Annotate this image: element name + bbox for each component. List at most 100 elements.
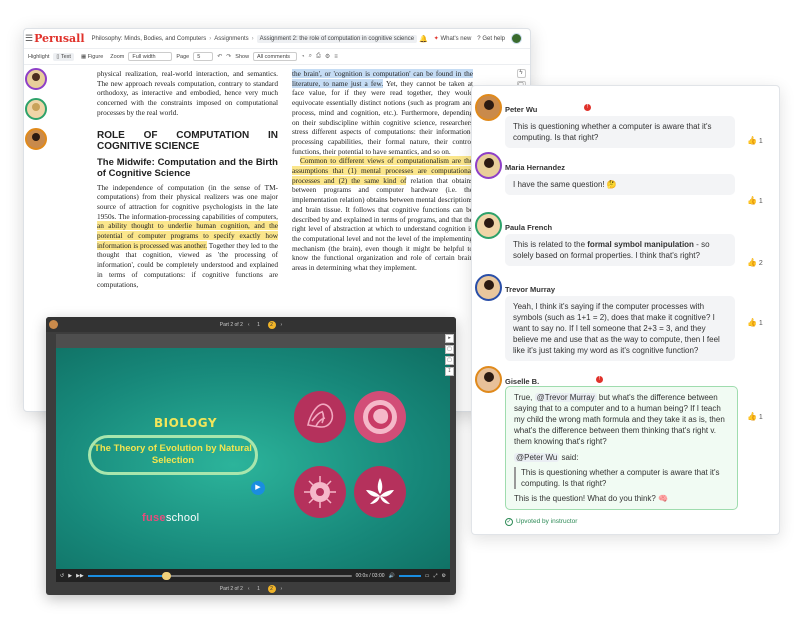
embryo-icon [354, 391, 406, 443]
list-icon[interactable]: ≡ [334, 54, 338, 60]
paragraph-text: The independence of computation (in the … [97, 182, 278, 221]
volume-slider[interactable] [398, 574, 421, 577]
comment-bubble[interactable]: This is questioning whether a computer i… [505, 116, 735, 148]
upvote-count: 1 [758, 198, 763, 205]
progress-bar[interactable] [87, 571, 352, 580]
paragraph-text: Yet, they cannot be taken at face value,… [292, 78, 473, 156]
video-title: The Theory of Evolution by Natural Selec… [88, 435, 258, 475]
comment-bubble[interactable]: This is related to the formal symbol man… [505, 234, 735, 266]
breadcrumb-assignment[interactable]: Assignment 2: the role of computation in… [256, 34, 418, 43]
search-icon[interactable]: ⌕ [309, 53, 312, 60]
subject-label: BIOLOGY [154, 416, 218, 430]
tool-icon[interactable]: ▢ [445, 345, 454, 354]
breadcrumb-course[interactable]: Philosophy: Minds, Bodies, and Computers [92, 36, 207, 42]
upvote-button[interactable]: 👍 1 [747, 412, 763, 421]
paragraph[interactable]: the brain', or 'cognition is computation… [292, 69, 473, 156]
video-footer: Part 2 of 2 ‹ 1 2 › [46, 583, 456, 595]
redo-icon[interactable]: ↷ [226, 53, 231, 60]
mention-tag[interactable]: @Peter Wu [514, 453, 560, 462]
brand-b: school [165, 512, 200, 524]
text-tool-button[interactable]: ▯ Text [53, 52, 74, 61]
get-help-link[interactable]: ? Get help [477, 36, 505, 42]
breadcrumb-separator: › [209, 35, 212, 42]
fuse-school-logo: fuseschool [142, 512, 199, 524]
comment-bubble[interactable]: Yeah, I think it's saying if the compute… [505, 296, 735, 361]
bell-icon[interactable]: 🔔 [419, 35, 428, 43]
upvote-count: 1 [758, 414, 763, 421]
play-icon[interactable]: ▶ [251, 481, 265, 495]
page-button-current[interactable]: 2 [267, 320, 276, 329]
comment-bubble-upvoted[interactable]: True, @Trevor Murray but what's the diff… [505, 386, 738, 510]
upvote-button[interactable]: 👍 2 [747, 258, 763, 267]
play-icon[interactable]: ▶ [68, 573, 72, 579]
next-icon[interactable]: › [281, 322, 283, 328]
lightning-icon[interactable]: ϟ [516, 69, 526, 78]
fullscreen-icon[interactable]: ⤢ [434, 573, 438, 579]
settings-icon[interactable]: ⚙ [442, 573, 446, 579]
page-button[interactable]: 1 [255, 321, 263, 329]
skip-icon[interactable]: ▶▶ [76, 573, 84, 579]
quoted-comment: This is questioning whether a computer i… [514, 467, 729, 489]
whats-new-label: What's new [440, 36, 472, 42]
avatar[interactable] [475, 152, 502, 179]
video-frame[interactable]: BIOLOGY The Theory of Evolution by Natur… [56, 348, 450, 582]
breadcrumb-assignments[interactable]: Assignments [214, 36, 248, 42]
alert-badge: ! [596, 376, 603, 383]
avatar[interactable] [25, 98, 47, 120]
tool-icon[interactable]: ↧ [445, 367, 454, 376]
tool-icon[interactable]: ▢ [445, 356, 454, 365]
comment-author[interactable]: Giselle B. [505, 377, 539, 386]
page-input[interactable]: 5 [193, 52, 214, 61]
paragraph[interactable]: physical realization, real-world interac… [97, 69, 278, 118]
avatar[interactable] [475, 274, 502, 301]
comment-text: This is the question! What do you think?… [514, 494, 669, 503]
section-heading: ROLE OF COMPUTATION IN COGNITIVE SCIENCE [97, 129, 278, 153]
next-icon[interactable]: › [281, 586, 283, 592]
zoom-select[interactable]: Full width [128, 52, 173, 61]
progress-knob[interactable] [162, 571, 171, 580]
avatar[interactable] [25, 128, 47, 150]
avatar[interactable] [475, 366, 502, 393]
page-button-current[interactable]: 2 [267, 585, 276, 593]
upvote-count: 2 [758, 260, 763, 267]
comment-author[interactable]: Maria Hernandez [505, 163, 565, 172]
figure-tool-button[interactable]: ▦ Figure [78, 53, 106, 61]
tag-icon[interactable]: ◔ [301, 54, 305, 60]
paragraph[interactable]: The independence of computation (in the … [97, 183, 278, 290]
settings-icon[interactable]: ⚙ [325, 53, 330, 60]
avatar[interactable] [49, 320, 58, 329]
show-select[interactable]: All comments [253, 52, 298, 61]
time-readout: 00:0s / 03:00 [355, 572, 385, 579]
comment-text-bold: formal symbol manipulation [587, 240, 694, 249]
whats-new-link[interactable]: ✦ What's new [434, 35, 472, 42]
upvoted-by-instructor: ✓ Upvoted by instructor [505, 518, 577, 526]
upvote-button[interactable]: 👍 1 [747, 136, 763, 145]
comment-bubble[interactable]: I have the same question! 🤔 [505, 174, 735, 195]
user-avatar[interactable] [511, 33, 522, 44]
prev-icon[interactable]: ‹ [248, 586, 250, 592]
page-button[interactable]: 1 [255, 585, 263, 593]
paragraph[interactable]: Common to different views of computation… [292, 156, 473, 272]
thumbs-up-icon: 👍 [747, 258, 757, 267]
paragraph-text: relation that obtains between programs a… [292, 175, 473, 273]
upvote-button[interactable]: 👍 1 [747, 196, 763, 205]
cell-icon [294, 466, 346, 518]
avatar[interactable] [475, 94, 502, 121]
prev-icon[interactable]: ‹ [248, 322, 250, 328]
menu-icon[interactable]: ☰ [24, 33, 34, 44]
upvote-button[interactable]: 👍 1 [747, 318, 763, 327]
thumbs-up-icon: 👍 [747, 412, 757, 421]
print-icon[interactable]: ⎙ [316, 53, 321, 60]
comment-author[interactable]: Trevor Murray [505, 285, 555, 294]
captions-icon[interactable]: ▭ [425, 573, 430, 579]
rewind-icon[interactable]: ↺ [60, 573, 64, 579]
mention-tag[interactable]: @Trevor Murray [534, 393, 597, 402]
undo-icon[interactable]: ↶ [217, 53, 222, 60]
avatar[interactable] [475, 212, 502, 239]
volume-icon[interactable]: 🔊 [389, 573, 395, 579]
avatar[interactable] [25, 68, 47, 90]
comment-author[interactable]: Paula French [505, 223, 552, 232]
tool-icon[interactable]: ▸ [445, 334, 454, 343]
perusall-logo[interactable]: Perusall [34, 32, 84, 45]
comment-author[interactable]: Peter Wu [505, 105, 537, 114]
